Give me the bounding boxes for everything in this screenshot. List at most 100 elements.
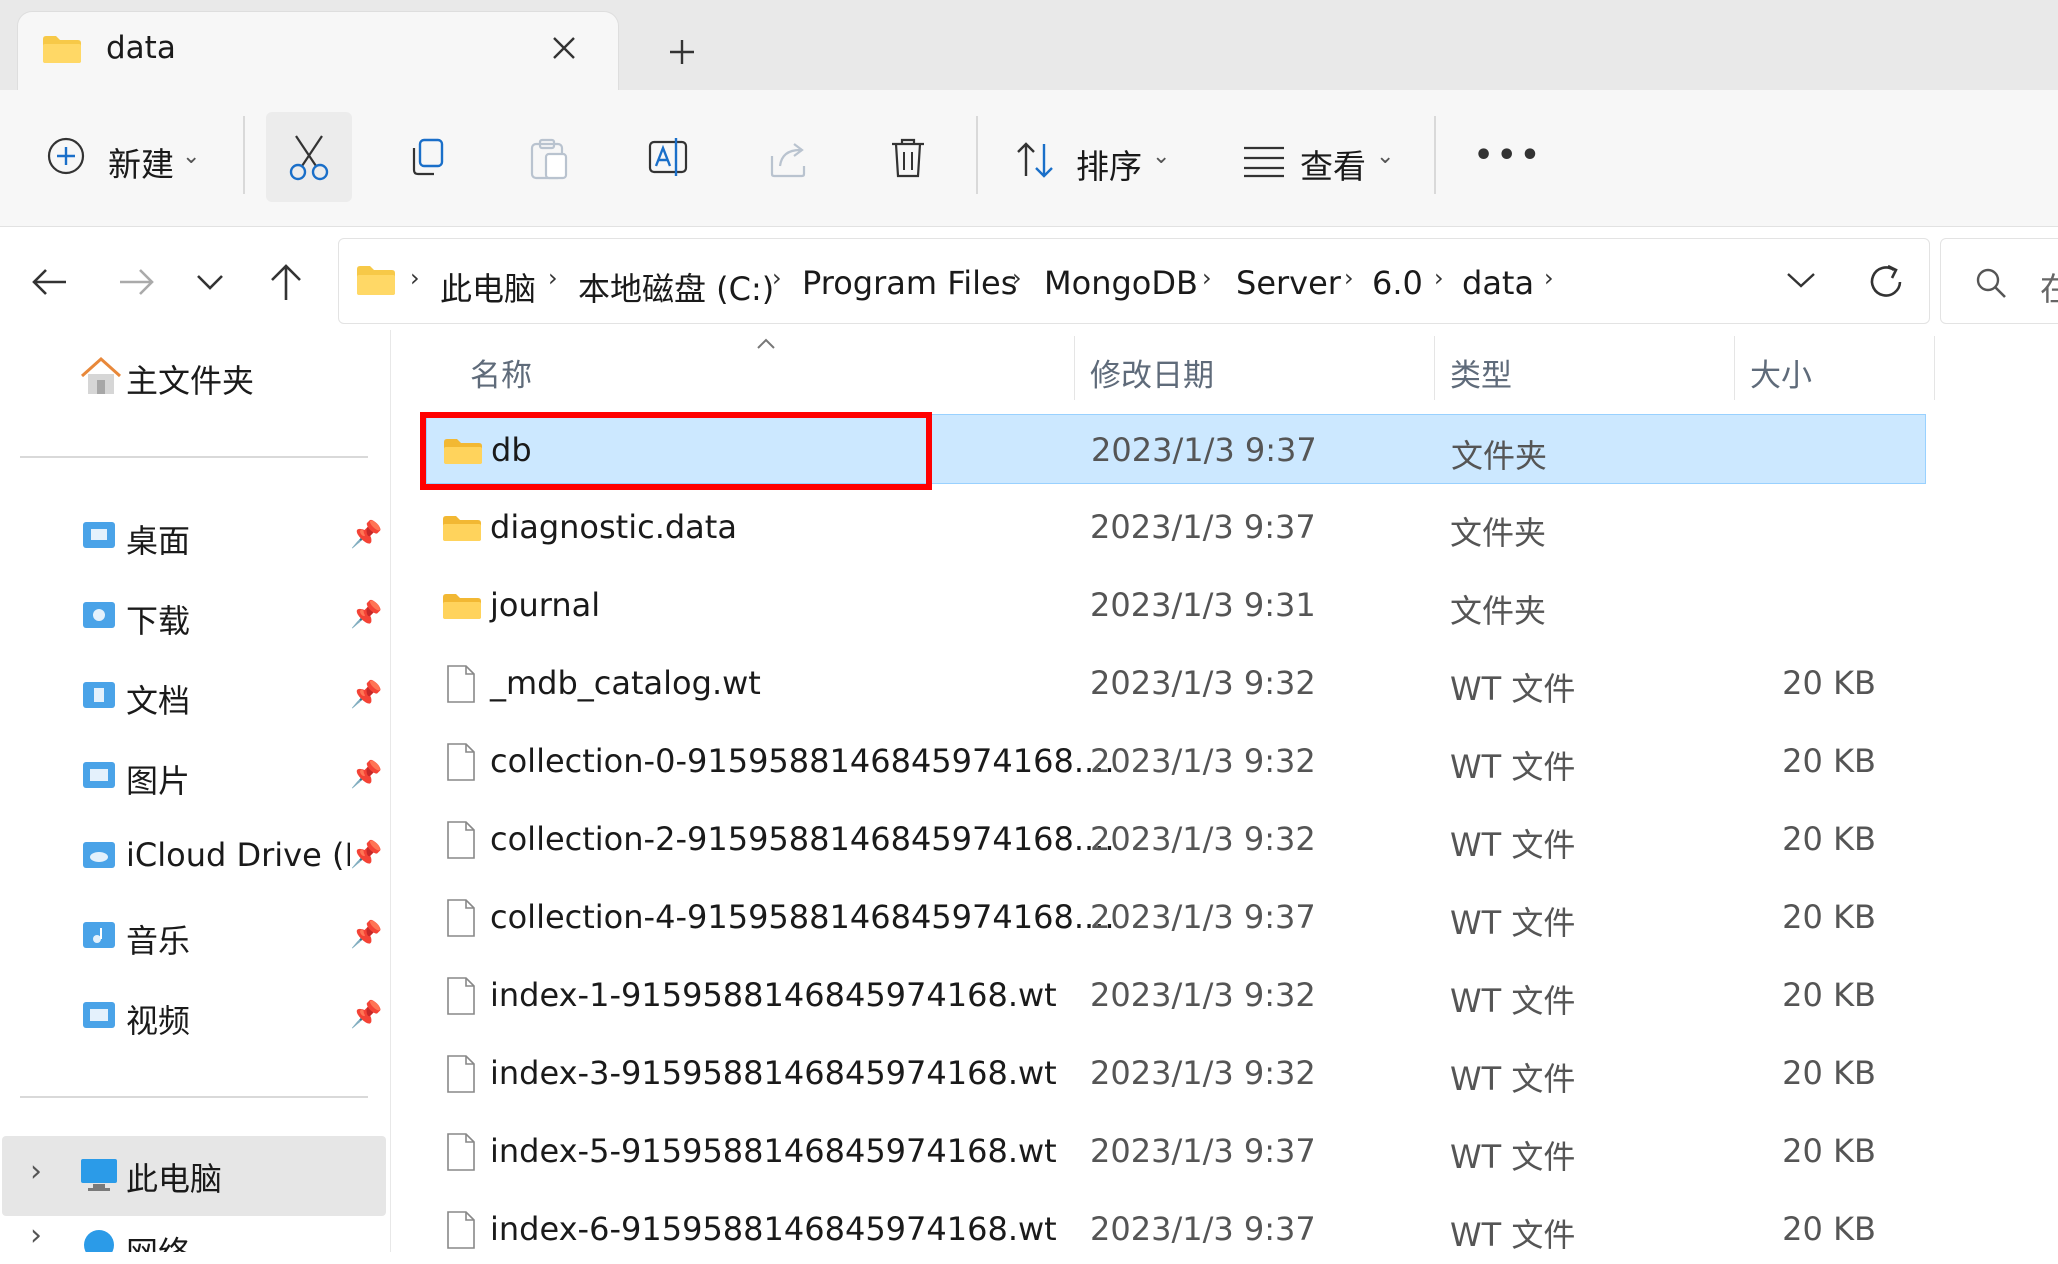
- file-icon: [447, 665, 475, 703]
- sidebar-divider: [20, 456, 368, 458]
- sidebar-item-label: 图片: [126, 762, 191, 800]
- file-name: index-1-9159588146845974168.wt: [490, 976, 1057, 1014]
- file-row[interactable]: collection-0-9159588146845974168.... 2023…: [426, 726, 1926, 796]
- column-header-name[interactable]: 名称: [470, 350, 532, 395]
- file-size: 20 KB: [1782, 1132, 1876, 1170]
- view-label: 查看: [1300, 147, 1366, 186]
- sidebar-item-network[interactable]: › 网络: [2, 1228, 386, 1252]
- breadcrumb-item[interactable]: data: [1462, 264, 1534, 302]
- file-date: 2023/1/3 9:31: [1090, 586, 1316, 624]
- copy-icon[interactable]: [406, 136, 452, 182]
- folder-icon: [357, 266, 395, 295]
- sidebar-item-label: 音乐: [126, 922, 191, 960]
- pane-divider[interactable]: [390, 330, 391, 1252]
- file-name: collection-4-9159588146845974168....: [490, 898, 1115, 936]
- new-label: 新建: [108, 145, 174, 184]
- file-row[interactable]: diagnostic.data 2023/1/3 9:37 文件夹: [426, 492, 1926, 562]
- delete-icon[interactable]: [886, 136, 932, 182]
- breadcrumb-item[interactable]: 本地磁盘 (C:): [578, 264, 774, 310]
- column-header-date[interactable]: 修改日期: [1090, 350, 1214, 395]
- sidebar-item-documents[interactable]: 文档 📌: [76, 672, 386, 724]
- chevron-right-icon[interactable]: ›: [1434, 264, 1444, 292]
- column-divider[interactable]: [1434, 336, 1435, 400]
- pin-icon[interactable]: 📌: [350, 920, 382, 950]
- column-divider[interactable]: [1734, 336, 1735, 400]
- sidebar-item-pictures[interactable]: 图片 📌: [76, 752, 386, 804]
- downloads-folder-icon: [83, 602, 115, 628]
- paste-icon[interactable]: [526, 136, 572, 182]
- file-icon: [447, 1055, 475, 1093]
- file-row[interactable]: collection-4-9159588146845974168.... 2023…: [426, 882, 1926, 952]
- sidebar-item-desktop[interactable]: 桌面 📌: [76, 512, 386, 564]
- file-date: 2023/1/3 9:32: [1090, 1054, 1316, 1092]
- file-type: WT 文件: [1450, 982, 1576, 1020]
- chevron-right-icon[interactable]: ›: [1202, 264, 1212, 292]
- more-options-icon[interactable]: •••: [1474, 138, 1544, 173]
- breadcrumb-item[interactable]: MongoDB: [1044, 264, 1198, 302]
- file-type: WT 文件: [1450, 670, 1576, 708]
- file-date: 2023/1/3 9:37: [1090, 1132, 1316, 1170]
- sidebar-item-downloads[interactable]: 下载 📌: [76, 592, 386, 644]
- breadcrumb-item[interactable]: 此电脑: [440, 264, 536, 310]
- file-row[interactable]: index-3-9159588146845974168.wt 2023/1/3 9…: [426, 1038, 1926, 1108]
- pin-icon[interactable]: 📌: [350, 840, 382, 870]
- cut-button[interactable]: [266, 112, 352, 202]
- file-size: 20 KB: [1782, 742, 1876, 780]
- chevron-right-icon[interactable]: ›: [772, 264, 782, 292]
- column-divider[interactable]: [1074, 336, 1075, 400]
- search-placeholder: 在: [2040, 270, 2058, 308]
- view-button[interactable]: 查看 ⌄: [1236, 112, 1426, 208]
- chevron-right-icon[interactable]: ›: [1544, 264, 1554, 292]
- toolbar-separator: [1434, 116, 1436, 194]
- file-size: 20 KB: [1782, 664, 1876, 702]
- file-row[interactable]: _mdb_catalog.wt 2023/1/3 9:32 WT 文件 20 KB: [426, 648, 1926, 718]
- file-icon: [447, 977, 475, 1015]
- file-row[interactable]: index-6-9159588146845974168.wt 2023/1/3 9…: [426, 1194, 1926, 1264]
- desktop-folder-icon: [83, 522, 115, 548]
- file-row[interactable]: journal 2023/1/3 9:31 文件夹: [426, 570, 1926, 640]
- file-name: index-6-9159588146845974168.wt: [490, 1210, 1057, 1248]
- pin-icon[interactable]: 📌: [350, 760, 382, 790]
- breadcrumb-item[interactable]: Program Files: [802, 264, 1017, 302]
- pin-icon[interactable]: 📌: [350, 600, 382, 630]
- plus-icon[interactable]: [668, 38, 696, 66]
- file-type: WT 文件: [1450, 748, 1576, 786]
- column-header-size[interactable]: 大小: [1750, 350, 1812, 395]
- folder-icon: [443, 516, 481, 541]
- breadcrumb-item[interactable]: 6.0: [1372, 264, 1423, 302]
- forward-arrow-icon[interactable]: [116, 264, 156, 300]
- sidebar-item-icloud-drive[interactable]: iCloud Drive (M 📌: [76, 832, 386, 884]
- rename-icon[interactable]: [646, 134, 692, 180]
- back-arrow-icon[interactable]: [30, 264, 70, 300]
- sidebar-item-this-pc[interactable]: › 此电脑: [2, 1136, 386, 1216]
- chevron-right-icon[interactable]: ›: [548, 264, 558, 292]
- pin-icon[interactable]: 📌: [350, 680, 382, 710]
- file-date: 2023/1/3 9:37: [1090, 1210, 1316, 1248]
- pin-icon[interactable]: 📌: [350, 1000, 382, 1030]
- sort-button[interactable]: 排序 ⌄: [1004, 112, 1194, 208]
- share-icon[interactable]: [766, 136, 812, 182]
- new-button[interactable]: 新建 ⌄: [36, 110, 206, 210]
- file-row[interactable]: index-5-9159588146845974168.wt 2023/1/3 9…: [426, 1116, 1926, 1186]
- file-row[interactable]: index-1-9159588146845974168.wt 2023/1/3 9…: [426, 960, 1926, 1030]
- column-header-type[interactable]: 类型: [1450, 350, 1512, 395]
- chevron-right-icon[interactable]: ›: [1012, 264, 1022, 292]
- recent-locations-chevron-icon[interactable]: [196, 272, 224, 292]
- refresh-icon[interactable]: [1866, 262, 1906, 302]
- up-arrow-icon[interactable]: [268, 262, 304, 302]
- close-icon[interactable]: [552, 36, 576, 60]
- file-row[interactable]: collection-2-9159588146845974168.... 2023…: [426, 804, 1926, 874]
- column-divider[interactable]: [1934, 336, 1935, 400]
- breadcrumb-item[interactable]: Server: [1236, 264, 1341, 302]
- sidebar-item-videos[interactable]: 视频 📌: [76, 992, 386, 1044]
- file-date: 2023/1/3 9:37: [1091, 431, 1317, 469]
- expand-chevron-icon[interactable]: ›: [30, 1154, 42, 1189]
- sidebar-divider: [20, 1096, 368, 1098]
- pin-icon[interactable]: 📌: [350, 520, 382, 550]
- address-dropdown-icon[interactable]: [1786, 270, 1816, 290]
- expand-chevron-icon[interactable]: ›: [30, 1228, 42, 1252]
- sidebar-item-music[interactable]: 音乐 📌: [76, 912, 386, 964]
- chevron-right-icon[interactable]: ›: [410, 264, 420, 292]
- sidebar-item-home[interactable]: 主文件夹: [76, 352, 376, 404]
- chevron-right-icon[interactable]: ›: [1344, 264, 1354, 292]
